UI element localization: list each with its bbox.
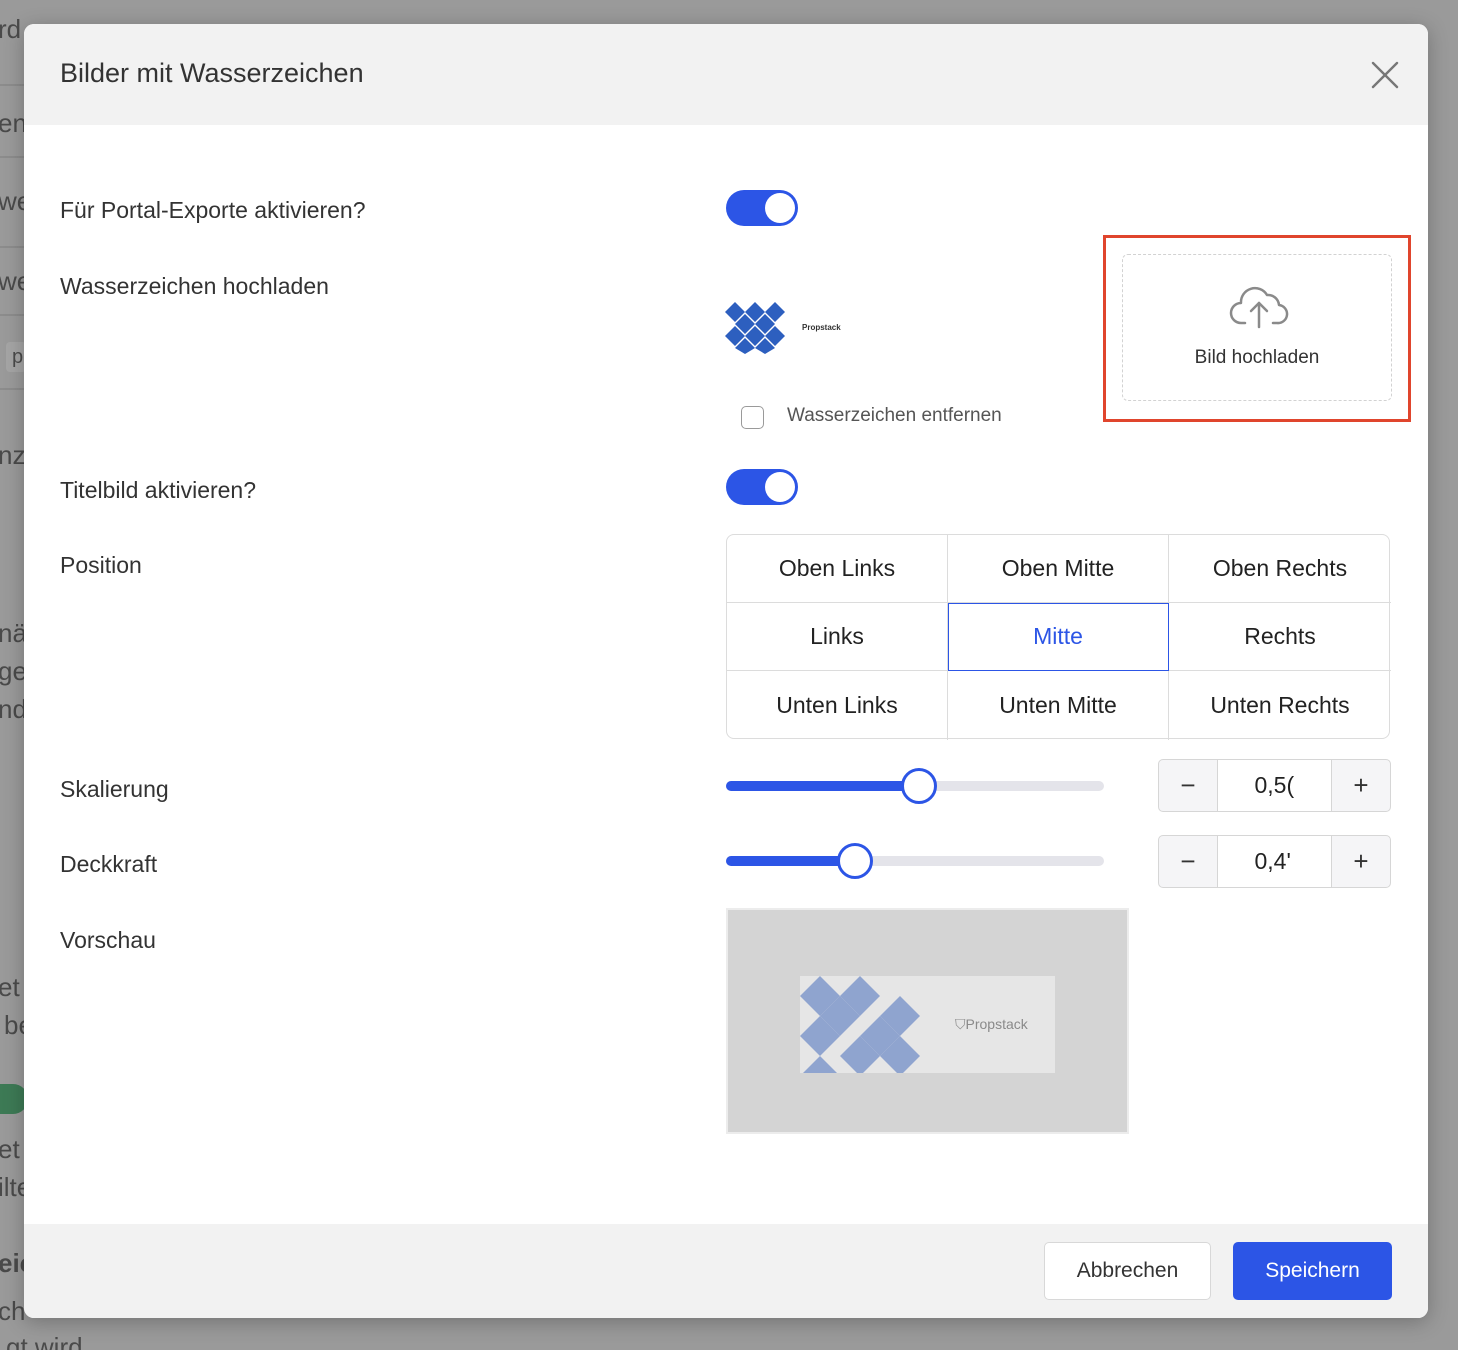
opacity-increment-button[interactable]: + [1332, 836, 1390, 887]
upload-label: Wasserzeichen hochladen [60, 273, 329, 299]
position-top-left[interactable]: Oben Links [727, 535, 948, 603]
bg-divider [0, 246, 24, 248]
preview-watermark: ⛉Propstack [800, 976, 1055, 1073]
bg-text-fragment: gt wird [6, 1332, 83, 1350]
remove-watermark-checkbox[interactable] [741, 406, 764, 429]
opacity-value: 0,4' [1254, 848, 1291, 874]
bg-text-fragment: et [0, 972, 20, 1002]
close-button[interactable] [1370, 60, 1400, 90]
position-top-center[interactable]: Oben Mitte [948, 535, 1169, 603]
upload-button-label: Bild hochladen [1194, 347, 1320, 368]
slider-fill [726, 781, 919, 791]
close-icon [1371, 61, 1399, 89]
scale-stepper: − 0,5( + [1158, 759, 1391, 812]
position-center[interactable]: Mitte [948, 603, 1169, 671]
opacity-slider[interactable] [726, 843, 1104, 879]
scale-label: Skalierung [60, 776, 169, 802]
title-image-label: Titelbild aktivieren? [60, 477, 257, 503]
preview-brand-text: ⛉Propstack [955, 1016, 1028, 1032]
position-bottom-center[interactable]: Unten Mitte [948, 671, 1169, 740]
bg-text-fragment: nd [0, 694, 27, 724]
slider-thumb[interactable] [900, 768, 937, 804]
position-bottom-left[interactable]: Unten Links [727, 671, 948, 740]
bg-divider [0, 388, 24, 390]
title-image-toggle[interactable] [726, 469, 798, 505]
portal-export-label: Für Portal-Exporte aktivieren? [60, 197, 366, 223]
scale-value: 0,5( [1254, 772, 1295, 798]
watermark-preview: ⛉Propstack [726, 908, 1129, 1134]
bg-text-fragment: en [0, 108, 27, 138]
bg-text-fragment: rd [0, 14, 22, 44]
modal-header: Bilder mit Wasserzeichen [24, 24, 1428, 125]
position-top-right[interactable]: Oben Rechts [1169, 535, 1391, 603]
bg-text-fragment: p [12, 346, 24, 368]
save-button[interactable]: Speichern [1233, 1242, 1392, 1300]
portal-export-toggle[interactable] [726, 190, 798, 226]
scale-value-input[interactable]: 0,5( [1217, 760, 1332, 811]
modal-title: Bilder mit Wasserzeichen [60, 58, 364, 88]
scale-decrement-button[interactable]: − [1159, 760, 1217, 811]
upload-image-button[interactable]: Bild hochladen [1122, 254, 1392, 401]
toggle-knob [765, 193, 795, 223]
preview-label: Vorschau [60, 927, 156, 953]
modal-footer: Abbrechen Speichern [24, 1224, 1428, 1318]
bg-text-fragment: ge [0, 656, 27, 686]
cloud-upload-icon [1229, 286, 1289, 329]
opacity-label: Deckkraft [60, 851, 158, 877]
bg-divider [0, 84, 24, 86]
slider-thumb[interactable] [836, 843, 873, 879]
logo-brand-text: Propstack [802, 323, 841, 332]
bg-text-fragment: ch [0, 1296, 26, 1326]
position-grid: Oben Links Oben Mitte Oben Rechts Links … [726, 534, 1391, 740]
bg-divider [0, 156, 24, 158]
opacity-stepper: − 0,4' + [1158, 835, 1391, 888]
slider-fill [726, 856, 855, 866]
position-right[interactable]: Rechts [1169, 603, 1391, 671]
preview-logo-pattern [800, 976, 920, 1073]
opacity-value-input[interactable]: 0,4' [1217, 836, 1332, 887]
bg-divider [0, 314, 24, 316]
opacity-decrement-button[interactable]: − [1159, 836, 1217, 887]
toggle-knob [765, 472, 795, 502]
remove-watermark-label: Wasserzeichen entfernen [787, 405, 1002, 426]
bg-text-fragment: et [0, 1134, 20, 1164]
cancel-button[interactable]: Abbrechen [1044, 1242, 1211, 1300]
scale-slider[interactable] [726, 768, 1104, 804]
position-left[interactable]: Links [727, 603, 948, 671]
scale-increment-button[interactable]: + [1332, 760, 1390, 811]
watermark-modal: Bilder mit Wasserzeichen Für Portal-Expo… [24, 24, 1428, 1318]
position-label: Position [60, 552, 142, 578]
position-bottom-right[interactable]: Unten Rechts [1169, 671, 1391, 740]
